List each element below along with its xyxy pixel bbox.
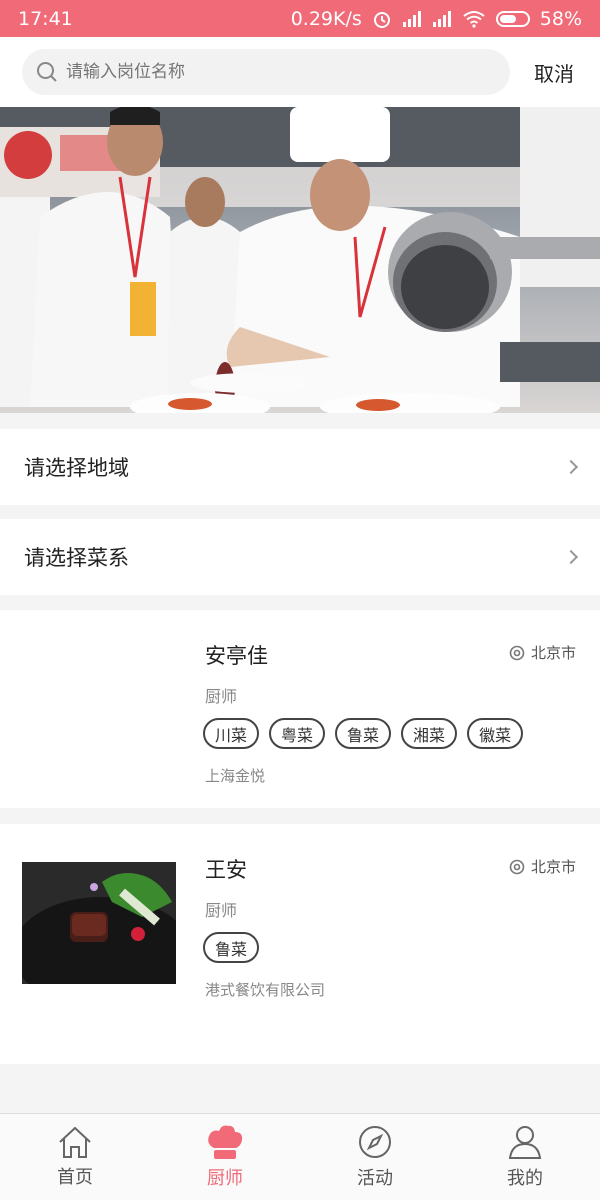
chef-role: 厨师 (205, 687, 238, 706)
region-selector[interactable]: 请选择地域 (0, 429, 600, 505)
chef-card[interactable]: 王安 北京市 厨师 鲁菜 港式餐饮有限公司 (0, 824, 600, 1064)
chef-name: 王安 (205, 858, 247, 882)
signal-icon (402, 10, 421, 27)
chef-dish-thumbnail (22, 862, 176, 984)
chef-company: 上海金悦 (205, 767, 266, 785)
cuisine-tag: 徽菜 (467, 718, 524, 749)
tab-mine-label: 我的 (507, 1168, 543, 1189)
banner-photo-illustration (0, 107, 600, 413)
network-speed: 0.29K/s (290, 7, 362, 30)
search-box[interactable] (22, 49, 510, 95)
region-selector-label: 请选择地域 (24, 456, 129, 480)
tab-activity-label: 活动 (357, 1168, 393, 1189)
tab-activity[interactable]: 活动 (300, 1114, 450, 1200)
location-pin-icon (509, 859, 525, 874)
signal-icon (432, 10, 451, 27)
chef-location-text: 北京市 (530, 858, 576, 876)
tab-home[interactable]: 首页 (0, 1114, 150, 1200)
wifi-icon (463, 10, 485, 28)
search-icon (37, 62, 57, 82)
location-pin-icon (509, 645, 525, 660)
search-input[interactable] (66, 62, 486, 82)
cuisine-selector[interactable]: 请选择菜系 (0, 519, 600, 595)
chef-role: 厨师 (205, 901, 238, 920)
home-icon (59, 1126, 91, 1158)
tab-chef[interactable]: 厨师 (150, 1114, 300, 1200)
status-time: 17:41 (18, 7, 73, 30)
cuisine-tags: 川菜 粤菜 鲁菜 湘菜 徽菜 (203, 718, 524, 749)
tab-mine[interactable]: 我的 (450, 1114, 600, 1200)
chef-location-text: 北京市 (530, 644, 576, 662)
chevron-right-icon (563, 459, 579, 475)
user-icon (508, 1126, 542, 1159)
cuisine-tag: 鲁菜 (203, 932, 260, 963)
compass-icon (359, 1126, 391, 1158)
cuisine-tag: 鲁菜 (335, 718, 392, 749)
search-header: 取消 (0, 37, 600, 107)
chef-card[interactable]: 安亭佳 北京市 厨师 川菜 粤菜 鲁菜 湘菜 徽菜 上海金悦 (0, 610, 600, 808)
chef-hat-icon (208, 1125, 243, 1159)
cuisine-tag: 川菜 (203, 718, 260, 749)
battery-percent: 58% (539, 7, 582, 30)
battery-icon (495, 10, 530, 27)
cuisine-tag: 粤菜 (269, 718, 326, 749)
chef-location: 北京市 (509, 856, 576, 877)
cancel-button[interactable]: 取消 (534, 58, 574, 87)
cuisine-selector-label: 请选择菜系 (24, 546, 129, 570)
chef-company: 港式餐饮有限公司 (205, 981, 326, 999)
chef-location: 北京市 (509, 642, 576, 663)
status-bar: 17:41 0.29K/s 58% (0, 0, 600, 37)
bottom-tab-bar: 首页 厨师 活动 我的 (0, 1113, 600, 1200)
banner-image[interactable] (0, 107, 600, 413)
cuisine-tag: 湘菜 (401, 718, 458, 749)
chef-name: 安亭佳 (205, 644, 268, 668)
chevron-right-icon (563, 549, 579, 565)
tab-home-label: 首页 (57, 1167, 93, 1188)
alarm-icon (373, 11, 390, 28)
cuisine-tags: 鲁菜 (203, 932, 260, 963)
status-icons: 0.29K/s 58% (291, 8, 582, 30)
tab-chef-label: 厨师 (207, 1168, 243, 1189)
